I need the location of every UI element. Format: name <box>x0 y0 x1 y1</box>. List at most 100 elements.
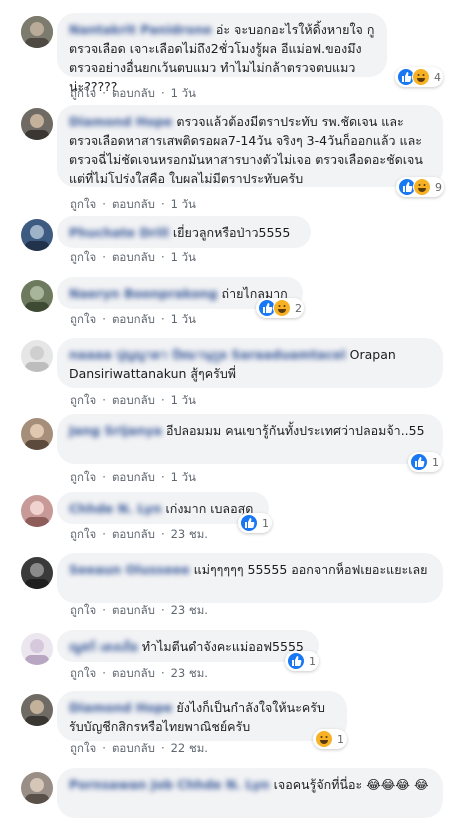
comment-author[interactable]: Jang Srijanya <box>69 423 162 438</box>
comment-bubble: ณูสก์ เดงเถ้ย ทำไมตีนดำจังคะแม่ออฟ5555 <box>57 630 319 662</box>
reaction-summary[interactable]: 1 <box>238 513 272 533</box>
avatar-photo-icon <box>21 495 53 527</box>
avatar[interactable] <box>21 418 53 450</box>
comment-bubble: Jang Srijanya อีปลอมมม คนเขารู้กันทั้งประ… <box>57 414 443 464</box>
haha-icon <box>273 299 291 317</box>
reply-link[interactable]: ตอบกลับ <box>112 469 155 487</box>
comment-author[interactable]: Seeaun Olusseee <box>69 562 190 577</box>
like-icon <box>287 652 305 670</box>
separator: · <box>160 603 165 617</box>
comment-author[interactable]: Diamond Hope <box>69 114 172 129</box>
reaction-count: 9 <box>435 180 442 194</box>
comment-time[interactable]: 1 วัน <box>171 196 196 214</box>
reaction-summary[interactable]: 9 <box>396 177 444 197</box>
avatar[interactable] <box>21 219 53 251</box>
comment-author[interactable]: Nantakrit Panidrone <box>69 22 212 37</box>
comment-time[interactable]: 1 วัน <box>171 249 196 267</box>
comment-bubble: Seeaun Olusseee แม่ๆๆๆๆๆ 55555 ออกจากห็อฟ… <box>57 553 443 603</box>
like-link[interactable]: ถูกใจ <box>70 196 96 214</box>
avatar-photo-icon <box>21 557 53 589</box>
tagged-user[interactable]: Chhde N. Lyn <box>177 777 269 792</box>
avatar[interactable] <box>21 108 53 140</box>
comment-text: อีปลอมมม คนเขารู้กันทั้งประเทศว่าปลอมจ้า… <box>165 423 425 438</box>
haha-icon <box>413 178 431 196</box>
avatar[interactable] <box>21 495 53 527</box>
avatar[interactable] <box>21 557 53 589</box>
comment-text: เจอคนรู้จักที่นี่อะ 😂😂😂 😂 <box>273 777 429 792</box>
avatar-photo-icon <box>21 340 53 372</box>
comment-author[interactable]: Diamond Hope <box>69 700 172 715</box>
comment-time[interactable]: 23 ชม. <box>171 665 208 683</box>
comment-time[interactable]: 23 ชม. <box>171 602 208 620</box>
comment-author[interactable]: naaaa ปุญญาดา ปัทมานุกูล Saraaduamtacel <box>69 347 346 362</box>
comment-author[interactable]: Phuchate Drill <box>69 225 169 240</box>
avatar[interactable] <box>21 633 53 665</box>
separator: · <box>160 470 165 484</box>
comment-text: เยี่ยวลูกหรือป่าว5555 <box>172 225 291 240</box>
reaction-summary[interactable]: 1 <box>408 452 442 472</box>
like-link[interactable]: ถูกใจ <box>70 665 96 683</box>
avatar[interactable] <box>21 340 53 372</box>
reply-link[interactable]: ตอบกลับ <box>112 196 155 214</box>
comment-time[interactable]: 1 วัน <box>171 85 196 103</box>
reaction-count: 1 <box>432 455 439 469</box>
haha-icon <box>412 68 430 86</box>
comment-time[interactable]: 23 ชม. <box>171 526 208 544</box>
reaction-summary[interactable]: 1 <box>285 651 319 671</box>
like-link[interactable]: ถูกใจ <box>70 602 96 620</box>
like-link[interactable]: ถูกใจ <box>70 740 96 758</box>
avatar-photo-icon <box>21 108 53 140</box>
comment-bubble: Nantakrit Panidrone อ่ะ จะบอกอะไรให้ดิ้งห… <box>57 13 387 94</box>
comment-actions: ถูกใจ · ตอบกลับ · 23 ชม. <box>70 526 208 544</box>
reaction-count: 2 <box>295 301 302 315</box>
avatar-photo-icon <box>21 418 53 450</box>
avatar-photo-icon <box>21 219 53 251</box>
reply-link[interactable]: ตอบกลับ <box>112 392 155 410</box>
reply-link[interactable]: ตอบกลับ <box>112 249 155 267</box>
comment-actions: ถูกใจ · ตอบกลับ · 1 วัน <box>70 196 196 214</box>
comment-actions: ถูกใจ · ตอบกลับ · 23 ชม. <box>70 665 208 683</box>
reply-link[interactable]: ตอบกลับ <box>112 311 155 329</box>
comment-author[interactable]: ณูสก์ เดงเถ้ย <box>69 639 138 654</box>
comment-author[interactable]: Pornsawan Job <box>69 777 173 792</box>
avatar-photo-icon <box>21 633 53 665</box>
separator: · <box>102 666 106 680</box>
avatar-photo-icon <box>21 694 53 726</box>
like-link[interactable]: ถูกใจ <box>70 85 96 103</box>
comment-time[interactable]: 1 วัน <box>171 311 196 329</box>
avatar[interactable] <box>21 280 53 312</box>
comment-actions: ถูกใจ · ตอบกลับ · 1 วัน <box>70 85 196 103</box>
comment-text: ทำไมตีนดำจังคะแม่ออฟ5555 <box>141 639 304 654</box>
comment-author[interactable]: Naeryn Boonprakong <box>69 286 218 301</box>
comment-time[interactable]: 1 วัน <box>171 469 196 487</box>
avatar[interactable] <box>21 694 53 726</box>
reply-link[interactable]: ตอบกลับ <box>112 85 155 103</box>
like-link[interactable]: ถูกใจ <box>70 526 96 544</box>
like-link[interactable]: ถูกใจ <box>70 469 96 487</box>
reaction-count: 1 <box>262 516 269 530</box>
separator: · <box>102 741 106 755</box>
avatar[interactable] <box>21 16 53 48</box>
separator: · <box>102 603 106 617</box>
avatar[interactable] <box>21 772 53 804</box>
comment-bubble: Diamond Hope ตรวจแล้วต้องมีตราประทับ รพ.ช… <box>57 105 443 187</box>
like-link[interactable]: ถูกใจ <box>70 392 96 410</box>
like-link[interactable]: ถูกใจ <box>70 311 96 329</box>
comment-actions: ถูกใจ · ตอบกลับ · 23 ชม. <box>70 602 208 620</box>
like-link[interactable]: ถูกใจ <box>70 249 96 267</box>
reply-link[interactable]: ตอบกลับ <box>112 602 155 620</box>
reply-link[interactable]: ตอบกลับ <box>112 526 155 544</box>
comment-author[interactable]: Chhde N. Lyn <box>69 501 161 516</box>
avatar-photo-icon <box>21 280 53 312</box>
comment-actions: ถูกใจ · ตอบกลับ · 1 วัน <box>70 249 196 267</box>
separator: · <box>102 250 106 264</box>
reply-link[interactable]: ตอบกลับ <box>112 665 155 683</box>
comment-time[interactable]: 1 วัน <box>171 392 196 410</box>
reaction-summary[interactable]: 1 <box>313 729 347 749</box>
reply-link[interactable]: ตอบกลับ <box>112 740 155 758</box>
comment-time[interactable]: 22 ชม. <box>171 740 208 758</box>
reaction-summary[interactable]: 2 <box>256 298 304 318</box>
separator: · <box>102 197 106 211</box>
reaction-summary[interactable]: 4 <box>395 67 443 87</box>
like-icon <box>410 453 428 471</box>
